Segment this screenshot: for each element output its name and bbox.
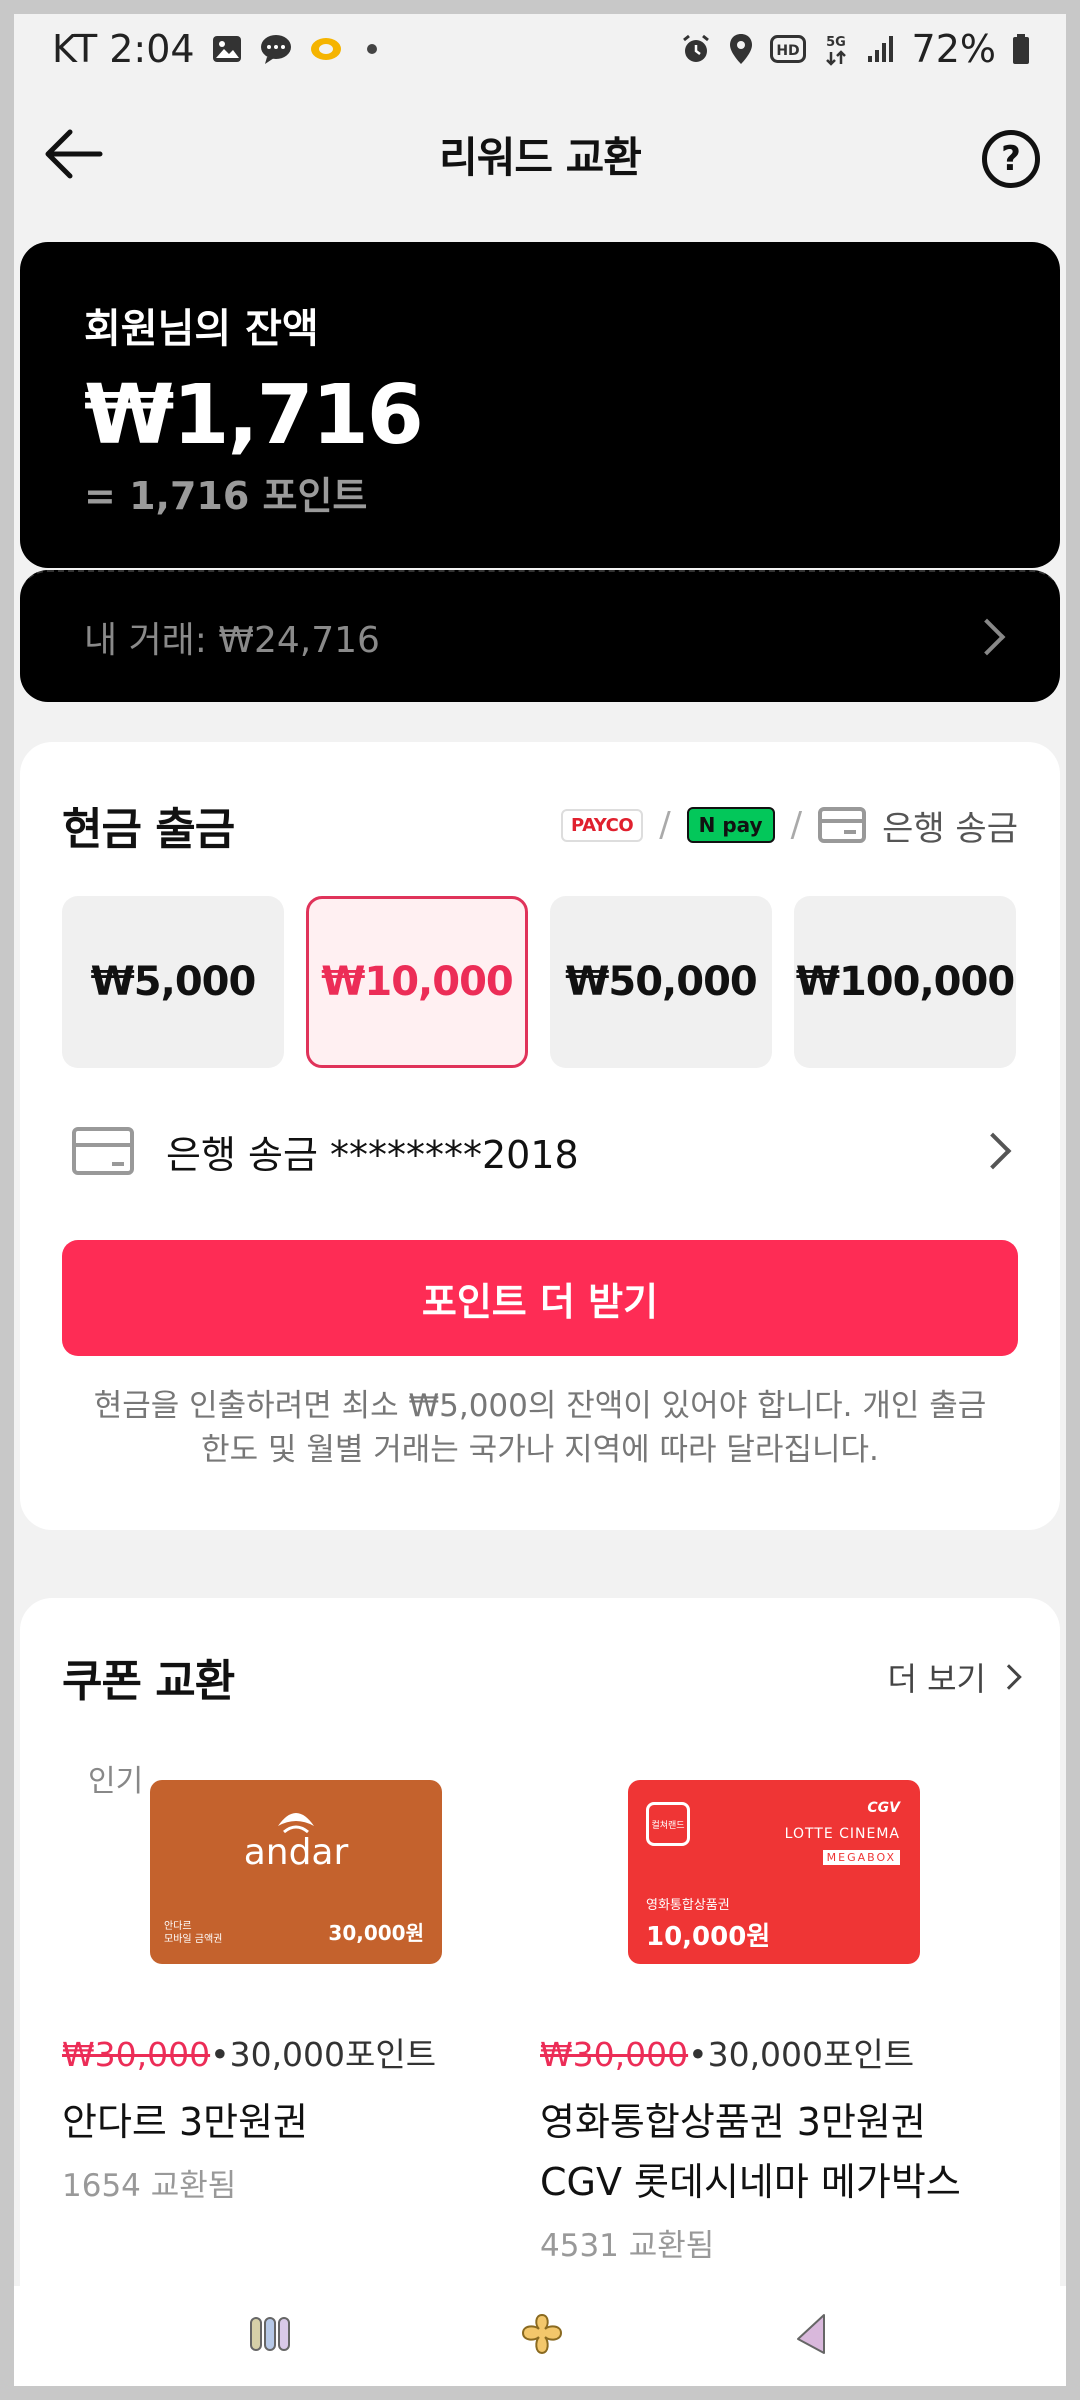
- cultureland-logo-icon: 컬쳐랜드: [646, 1802, 690, 1846]
- movie-gift-card-image: 컬쳐랜드 CGV LOTTE CINEMA MEGABOX 영화통합상품권 10…: [628, 1780, 920, 1964]
- back-triangle-icon[interactable]: [792, 2311, 832, 2361]
- cash-withdrawal-title: 현금 출금: [62, 804, 235, 855]
- alarm-icon: [680, 33, 712, 65]
- chevron-right-icon: [968, 618, 1006, 656]
- coupon-exchange-title: 쿠폰 교환: [62, 1656, 235, 1707]
- points-price: 30,000포인트: [707, 2035, 915, 2074]
- bank-card-icon: [72, 1127, 134, 1175]
- balance-label: 회원님의 잔액: [84, 306, 319, 352]
- home-flower-icon[interactable]: [519, 2311, 565, 2361]
- cgv-logo-text: CGV: [867, 1800, 900, 1816]
- amount-option-5000[interactable]: ₩5,000: [62, 896, 284, 1068]
- 5g-icon: 5G: [822, 32, 850, 66]
- my-trades-row[interactable]: 내 거래: ₩24,716: [20, 570, 1060, 702]
- amount-option-100000[interactable]: ₩100,000: [794, 896, 1016, 1068]
- chevron-right-icon: [996, 1664, 1022, 1690]
- see-more-label: 더 보기: [887, 1660, 987, 1698]
- signal-icon: [866, 34, 896, 64]
- points-price: 30,000포인트: [229, 2035, 437, 2074]
- coupon-exchange-header: 쿠폰 교환 더 보기: [62, 1642, 1022, 1712]
- message-icon: [259, 33, 293, 65]
- payco-logo-icon: PAYCO: [561, 808, 644, 842]
- amount-option-50000[interactable]: ₩50,000: [550, 896, 772, 1068]
- movie-card-value: 10,000원: [646, 1922, 771, 1952]
- andar-gift-card-image: andar 안다르 모바일 금액권 30,000원: [150, 1780, 442, 1964]
- andar-card-subtitle: 안다르 모바일 금액권: [164, 1920, 222, 1946]
- notice-line-2: 한도 및 월별 거래는 국가나 지역에 따라 달라집니다.: [201, 1432, 879, 1468]
- page-header: 리워드 교환 ?: [14, 94, 1066, 214]
- question-circle-icon: ?: [1001, 139, 1021, 179]
- system-navigation-bar: [14, 2286, 1066, 2386]
- withdrawal-notice: 현금을 인출하려면 최소 ₩5,000의 잔액이 있어야 합니다. 개인 출금 …: [62, 1384, 1018, 1472]
- original-price: ₩30,000: [540, 2035, 689, 2074]
- coupon-name-line1: 영화통합상품권 3만원권: [540, 2100, 926, 2144]
- price-separator: •: [210, 2035, 230, 2074]
- status-left: KT 2:04: [52, 27, 377, 71]
- screen: KT 2:04 HD 5G 72% 리워드 교환 ? 회원님의 잔액 ₩1,71…: [14, 14, 1066, 2386]
- coupon-card-movie[interactable]: 컬쳐랜드 CGV LOTTE CINEMA MEGABOX 영화통합상품권 10…: [540, 1756, 1018, 2265]
- my-trades-label: 내 거래: ₩24,716: [84, 620, 380, 661]
- get-more-points-button[interactable]: 포인트 더 받기: [62, 1240, 1018, 1356]
- andar-card-sub-line1: 안다르: [164, 1921, 192, 1932]
- balance-amount: ₩1,716: [84, 368, 424, 463]
- chevron-right-icon: [974, 1132, 1012, 1170]
- original-price: ₩30,000: [62, 2035, 211, 2074]
- app-icon: [309, 34, 343, 64]
- coupon-exchange-section: 쿠폰 교환 더 보기 인기 andar 안다르 모바일 금액권 30,000원: [20, 1598, 1060, 2386]
- coupon-list: 인기 andar 안다르 모바일 금액권 30,000원 ₩30,000•30,…: [62, 1756, 1018, 2265]
- notification-dot-icon: [366, 44, 377, 54]
- carrier-time: KT 2:04: [52, 27, 195, 71]
- withdrawal-methods: PAYCO / N pay / 은행 송금: [561, 801, 1018, 850]
- menu-bars-icon[interactable]: [248, 2314, 292, 2358]
- help-button[interactable]: ?: [982, 130, 1040, 188]
- cash-withdrawal-header: 현금 출금 PAYCO / N pay / 은행 송금: [62, 790, 1018, 860]
- page-title: 리워드 교환: [439, 132, 642, 182]
- npay-logo-icon: N pay: [686, 807, 775, 843]
- andar-brand-text: andar: [243, 1832, 349, 1873]
- coupon-name-line2: CGV 롯데시네마 메가박스: [540, 2160, 961, 2204]
- method-separator: /: [659, 805, 671, 845]
- movie-card-subtitle: 영화통합상품권: [646, 1898, 730, 1913]
- megabox-logo-text: MEGABOX: [822, 1850, 900, 1865]
- battery-percent: 72%: [911, 27, 996, 71]
- coupon-name: 안다르 3만원권: [62, 2100, 309, 2144]
- coupon-card-andar[interactable]: 인기 andar 안다르 모바일 금액권 30,000원 ₩30,000•30,…: [62, 1756, 540, 2265]
- coupon-price: ₩30,000•30,000포인트: [540, 2028, 1018, 2076]
- bank-card-icon: [818, 807, 867, 843]
- bank-account-row[interactable]: 은행 송금 ********2018: [62, 1116, 1018, 1186]
- svg-text:HD: HD: [776, 43, 799, 59]
- amount-option-10000[interactable]: ₩10,000: [306, 896, 528, 1068]
- see-more-link[interactable]: 더 보기: [887, 1654, 1022, 1700]
- coupon-price: ₩30,000•30,000포인트: [62, 2028, 540, 2076]
- notice-line-1: 현금을 인출하려면 최소 ₩5,000의 잔액이 있어야 합니다. 개인 출금: [93, 1388, 987, 1424]
- cash-withdrawal-section: 현금 출금 PAYCO / N pay / 은행 송금 ₩5,000 ₩10,0…: [20, 742, 1060, 1530]
- bank-account-label: 은행 송금 ********2018: [166, 1132, 579, 1177]
- status-right: HD 5G 72%: [680, 27, 1030, 71]
- bank-transfer-label: 은행 송금: [882, 808, 1018, 849]
- arrow-left-icon: [45, 129, 103, 179]
- coupon-exchange-count: 1654 교환됨: [62, 2168, 237, 2204]
- coupon-exchange-count: 4531 교환됨: [540, 2228, 715, 2264]
- hd-icon: HD: [769, 35, 806, 63]
- price-separator: •: [688, 2035, 708, 2074]
- battery-icon: [1012, 33, 1030, 65]
- andar-card-value: 30,000원: [328, 1921, 424, 1945]
- amount-options: ₩5,000 ₩10,000 ₩50,000 ₩100,000: [62, 896, 1018, 1068]
- balance-card: 회원님의 잔액 ₩1,716 = 1,716 포인트: [20, 242, 1060, 568]
- back-button[interactable]: [44, 126, 104, 182]
- location-icon: [728, 33, 754, 65]
- andar-card-sub-line2: 모바일 금액권: [164, 1934, 223, 1945]
- gallery-icon: [211, 33, 243, 65]
- svg-text:5G: 5G: [826, 35, 846, 50]
- popular-badge: 인기: [88, 1764, 144, 1799]
- lotte-cinema-logo-text: LOTTE CINEMA: [784, 1826, 900, 1842]
- balance-points: = 1,716 포인트: [84, 474, 368, 518]
- method-separator: /: [790, 805, 803, 845]
- status-bar: KT 2:04 HD 5G 72%: [14, 14, 1066, 84]
- coupon-name: 영화통합상품권 3만원권 CGV 롯데시네마 메가박스: [540, 2092, 1018, 2212]
